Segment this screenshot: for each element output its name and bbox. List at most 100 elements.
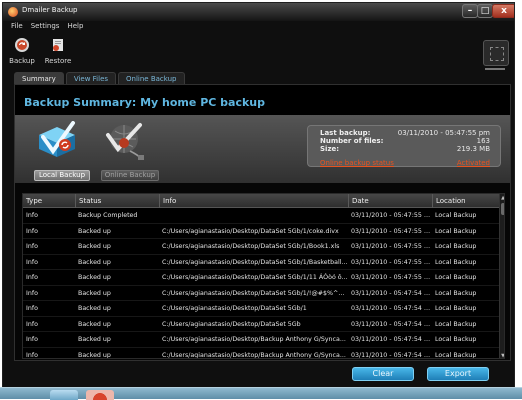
restore-button[interactable]: Restore <box>41 35 75 69</box>
cell-status: Backed up <box>78 274 111 281</box>
size-label: Size: <box>320 145 340 153</box>
cell-status: Backed up <box>78 289 111 297</box>
scroll-up-arrow-icon[interactable]: ▲ <box>500 194 504 202</box>
local-backup-icon[interactable] <box>35 121 79 161</box>
last-backup-value: 03/11/2010 - 05:47:55 pm <box>397 129 490 137</box>
table-body: Info Backup Completed 03/11/2010 - 05:47… <box>23 208 499 359</box>
cell-info: C:/Users/agianastasio/Desktop/DataSet 5G… <box>162 243 340 250</box>
scroll-thumb[interactable] <box>501 203 504 215</box>
table-header: Type Status Info Date Location <box>23 194 499 208</box>
cell-info: C:/Users/agianastasio/Desktop/DataSet 5G… <box>162 258 348 266</box>
cell-date: 03/11/2010 - 05:47:55 pm <box>351 274 432 281</box>
table-row[interactable]: Info Backed up C:/Users/agianastasio/Des… <box>23 301 499 317</box>
cell-location: Local Backup <box>435 274 477 281</box>
column-header-info[interactable]: Info <box>159 194 348 208</box>
tab-bar: Summary View Files Online Backup <box>14 72 187 84</box>
files-count-value: 163 <box>476 137 490 145</box>
cell-date: 03/11/2010 - 05:47:55 pm <box>351 258 432 266</box>
export-button[interactable]: Export <box>427 367 489 381</box>
summary-content: Backup Summary: My home PC backup Local … <box>14 84 511 381</box>
table-row[interactable]: Info Backed up C:/Users/agianastasio/Des… <box>23 286 499 301</box>
summary-panel: Local Backup Online Backup Last backup: … <box>15 115 510 183</box>
table-row[interactable]: Info Backed up C:/Users/agianastasio/Des… <box>23 332 499 348</box>
cell-location: Local Backup <box>435 227 477 235</box>
backup-icon <box>15 38 29 52</box>
online-backup-status-value[interactable]: Activated <box>457 159 490 167</box>
table-row[interactable]: Info Backed up C:/Users/agianastasio/Des… <box>23 270 499 286</box>
online-backup-status-link[interactable]: Online backup status <box>320 159 394 167</box>
app-logo-icon <box>8 7 18 17</box>
cell-type: Info <box>26 258 38 266</box>
clear-button[interactable]: Clear <box>352 367 414 381</box>
collapse-handle[interactable] <box>485 68 505 70</box>
taskbar <box>0 387 522 400</box>
cell-status: Backed up <box>78 320 111 328</box>
cell-status: Backed up <box>78 258 111 266</box>
cell-type: Info <box>26 212 38 219</box>
cell-location: Local Backup <box>435 258 477 266</box>
close-button[interactable]: x <box>492 4 514 18</box>
minimize-button[interactable]: – <box>462 4 478 18</box>
column-header-status[interactable]: Status <box>75 194 159 208</box>
menu-help[interactable]: Help <box>67 21 83 33</box>
tab-online-backup[interactable]: Online Backup <box>118 72 185 84</box>
table-row[interactable]: Info Backed up C:/Users/agianastasio/Des… <box>23 255 499 270</box>
cell-location: Local Backup <box>435 305 477 312</box>
cell-type: Info <box>26 274 38 281</box>
local-backup-button[interactable]: Local Backup <box>34 170 90 181</box>
cell-status: Backed up <box>78 336 111 343</box>
cell-status: Backed up <box>78 305 111 312</box>
restore-icon <box>53 39 63 51</box>
cell-location: Local Backup <box>435 336 477 343</box>
cell-date: 03/11/2010 - 05:47:54 pm <box>351 336 432 343</box>
cell-info: C:/Users/agianastasio/Desktop/DataSet 5G… <box>162 320 301 328</box>
cell-type: Info <box>26 227 38 235</box>
cell-status: Backup Completed <box>78 212 138 219</box>
cell-info: C:/Users/agianastasio/Desktop/Backup Ant… <box>162 336 346 343</box>
column-header-date[interactable]: Date <box>348 194 432 208</box>
menu-bar: File Settings Help <box>3 21 514 33</box>
table-row[interactable]: Info Backed up C:/Users/agianastasio/Des… <box>23 239 499 255</box>
fullscreen-toggle-icon[interactable] <box>483 40 509 66</box>
cell-date: 03/11/2010 - 05:47:54 pm <box>351 320 432 328</box>
cell-location: Local Backup <box>435 243 477 250</box>
window-title: Dmailer Backup <box>22 6 78 14</box>
backup-button[interactable]: Backup <box>5 35 39 69</box>
menu-settings[interactable]: Settings <box>31 21 60 33</box>
last-backup-label: Last backup: <box>320 129 371 137</box>
cell-info <box>159 208 348 224</box>
table-row[interactable]: Info Backed up C:/Users/agianastasio/Des… <box>23 317 499 332</box>
files-count-label: Number of files: <box>320 137 384 145</box>
maximize-button[interactable]: □ <box>477 4 493 18</box>
log-table: Type Status Info Date Location Info Back… <box>22 193 505 359</box>
app-window: Dmailer Backup – □ x File Settings Help … <box>2 2 515 393</box>
menu-file[interactable]: File <box>11 21 23 33</box>
backup-stats-box: Last backup: 03/11/2010 - 05:47:55 pm Nu… <box>307 125 501 167</box>
summary-title: Backup Summary: My home PC backup <box>24 96 265 109</box>
table-row[interactable]: Info Backed up C:/Users/agianastasio/Des… <box>23 348 499 359</box>
cell-status: Backed up <box>78 227 111 235</box>
cell-type: Info <box>26 351 38 359</box>
title-bar[interactable]: Dmailer Backup – □ x <box>3 3 514 21</box>
table-scrollbar[interactable]: ▲ ▼ <box>499 194 504 358</box>
cell-info: C:/Users/agianastasio/Desktop/DataSet 5G… <box>162 289 348 297</box>
cell-type: Info <box>26 336 38 343</box>
cell-info: C:/Users/agianastasio/Desktop/DataSet 5G… <box>162 305 307 312</box>
table-row[interactable]: Info Backed up C:/Users/agianastasio/Des… <box>23 224 499 239</box>
cell-location: Local Backup <box>435 351 477 359</box>
tab-summary[interactable]: Summary <box>14 72 64 84</box>
tab-view-files[interactable]: View Files <box>65 72 117 84</box>
cell-location: Local Backup <box>435 320 477 328</box>
cell-status: Backed up <box>78 243 111 250</box>
scroll-down-arrow-icon[interactable]: ▼ <box>500 352 504 358</box>
column-header-type[interactable]: Type <box>23 194 75 208</box>
cell-type: Info <box>26 320 38 328</box>
cell-date: 03/11/2010 - 05:47:55 pm <box>351 227 432 235</box>
column-header-location[interactable]: Location <box>432 194 499 208</box>
online-backup-button[interactable]: Online Backup <box>101 170 159 181</box>
restore-label: Restore <box>44 57 72 65</box>
online-backup-icon[interactable] <box>102 121 146 161</box>
cell-info: C:/Users/agianastasio/Desktop/DataSet 5G… <box>162 227 339 235</box>
backup-label: Backup <box>9 57 35 65</box>
table-row[interactable]: Info Backup Completed 03/11/2010 - 05:47… <box>23 208 499 224</box>
